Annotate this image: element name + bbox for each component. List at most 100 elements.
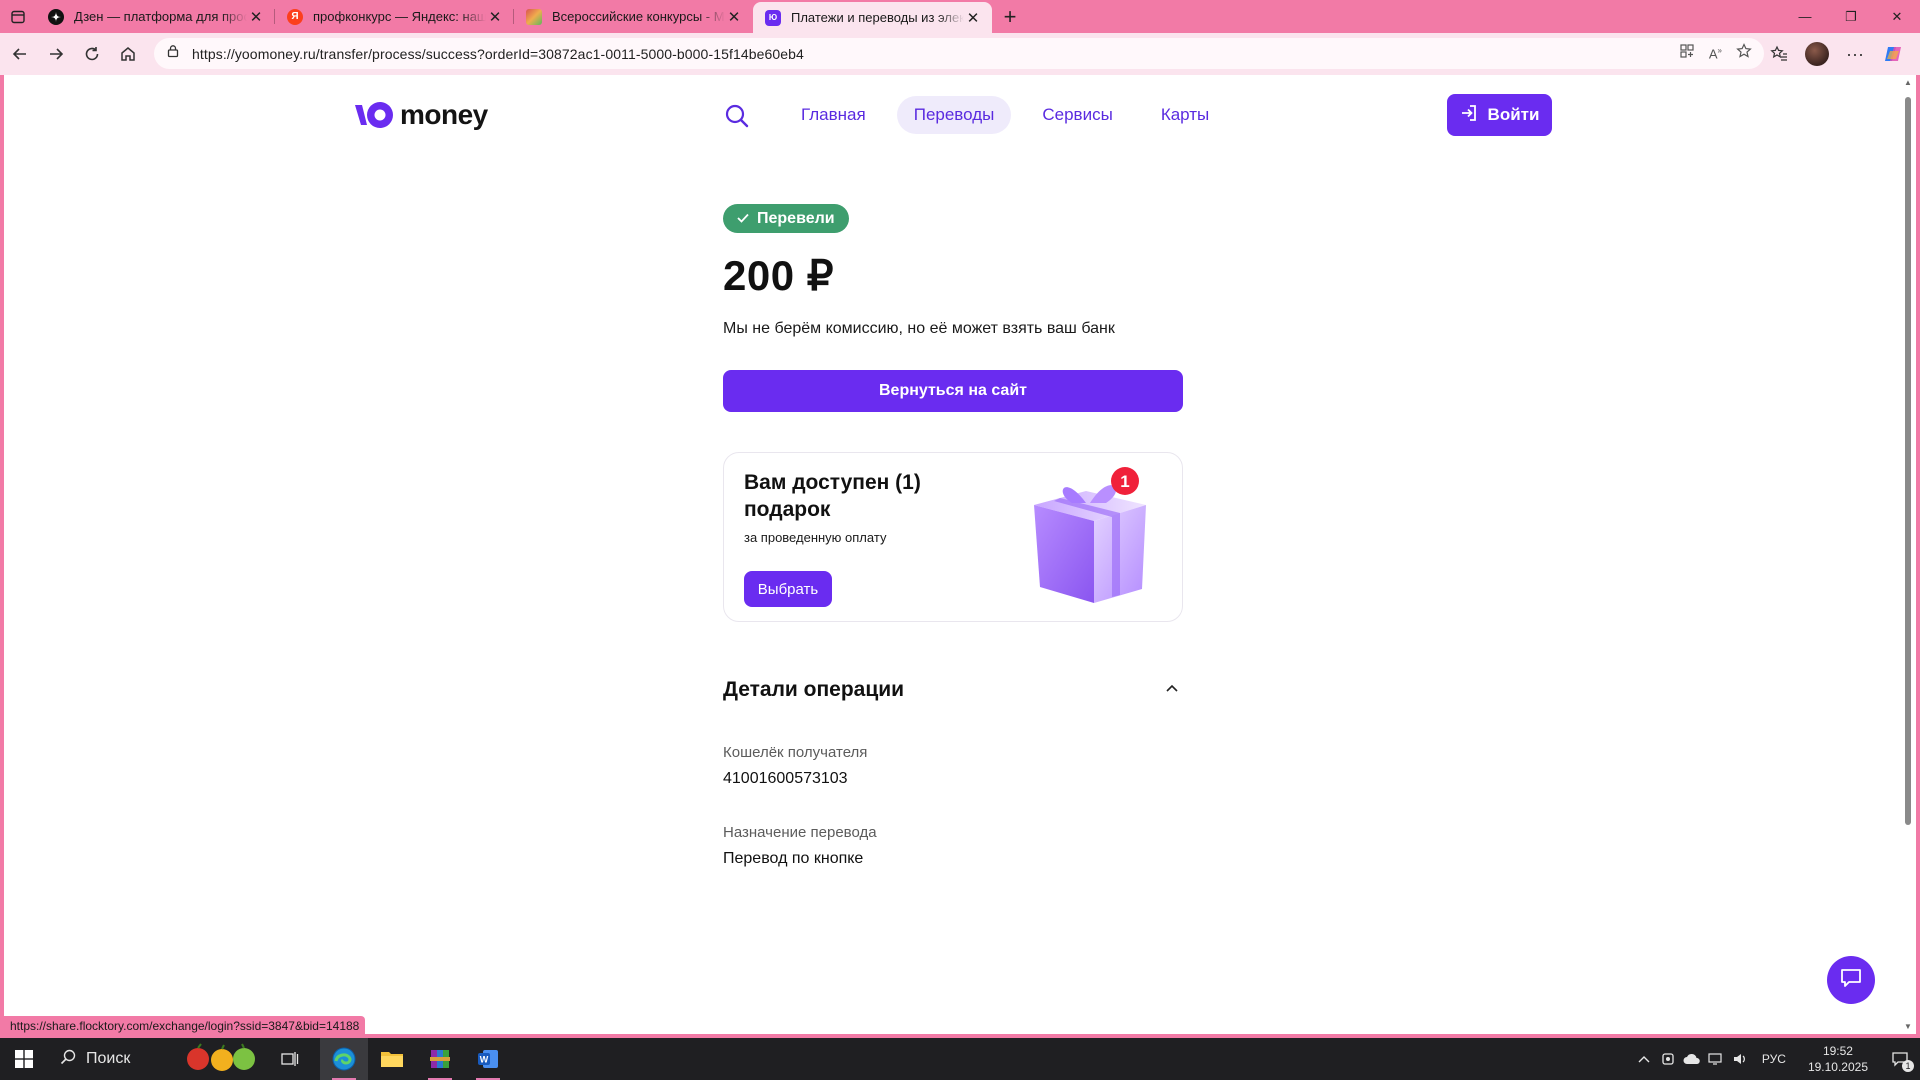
file-explorer-icon[interactable] (368, 1038, 416, 1080)
browser-frame (0, 75, 4, 1037)
web-page: money Главная Переводы Сервисы Карты Вой… (4, 75, 1900, 1034)
details-title: Детали операции (723, 678, 905, 701)
status-badge: Перевели (723, 204, 849, 233)
chat-icon (1840, 968, 1862, 993)
system-tray: РУС 19:52 19.10.2025 1 (1632, 1038, 1920, 1080)
main-nav: Главная Переводы Сервисы Карты (784, 96, 1226, 134)
clock-date: 19.10.2025 (1807, 1060, 1868, 1074)
tray-app-icon[interactable] (1656, 1038, 1680, 1080)
site-info-icon[interactable] (166, 44, 180, 63)
task-view-icon[interactable] (266, 1038, 314, 1080)
winrar-icon[interactable] (416, 1038, 464, 1080)
status-badge-label: Перевели (757, 209, 835, 227)
dzen-icon (48, 8, 64, 25)
chevron-up-icon[interactable] (1165, 681, 1179, 699)
page-scrollbar[interactable]: ▲ ▼ (1900, 75, 1916, 1034)
browser-frame (1916, 75, 1920, 1037)
svg-text:W: W (480, 1055, 489, 1065)
transfer-purpose-label: Назначение перевода (723, 824, 877, 841)
browser-tab-yandex[interactable]: Я профконкурс — Яндекс: нашлось ✕ (275, 0, 514, 33)
browser-tab-yoomoney[interactable]: Ю Платежи и переводы из электро ✕ (753, 2, 992, 33)
minimize-icon[interactable]: — (1782, 0, 1828, 33)
windows-start-icon[interactable] (0, 1038, 48, 1080)
clock-time: 19:52 (1822, 1044, 1853, 1058)
recipient-wallet-label: Кошелёк получателя (723, 744, 868, 761)
read-aloud-icon[interactable]: A» (1709, 46, 1722, 61)
transfer-purpose-value: Перевод по кнопке (723, 850, 864, 867)
close-tab-icon[interactable]: ✕ (964, 9, 982, 27)
close-tab-icon[interactable]: ✕ (247, 8, 265, 26)
close-tab-icon[interactable]: ✕ (725, 8, 743, 26)
gift-box-icon: 1 (1024, 463, 1154, 613)
logo-text: money (400, 99, 488, 130)
tab-title: Дзен — платформа для просмотра (74, 9, 247, 24)
yoomoney-icon: Ю (765, 9, 781, 26)
nav-item-cards[interactable]: Карты (1144, 96, 1226, 134)
edge-taskbar-icon[interactable] (320, 1038, 368, 1080)
notification-center-icon[interactable]: 1 (1880, 1038, 1920, 1080)
contest-icon (526, 8, 542, 25)
clock[interactable]: 19:52 19.10.2025 (1796, 1043, 1880, 1075)
login-label: Войти (1487, 105, 1540, 124)
check-icon (737, 210, 749, 228)
search-icon[interactable] (724, 103, 750, 129)
close-tab-icon[interactable]: ✕ (486, 8, 504, 26)
chat-support-button[interactable] (1827, 956, 1875, 1004)
home-icon[interactable] (110, 38, 146, 70)
browser-tab-dzen[interactable]: Дзен — платформа для просмотра ✕ (36, 0, 275, 33)
browser-tab-bar: Дзен — платформа для просмотра ✕ Я профк… (0, 0, 1920, 33)
restore-icon[interactable]: ❐ (1828, 0, 1874, 33)
return-to-site-button[interactable]: Вернуться на сайт (723, 370, 1183, 412)
address-bar[interactable]: https://yoomoney.ru/transfer/process/suc… (154, 38, 1764, 69)
nav-item-main[interactable]: Главная (784, 96, 883, 134)
tab-title: Платежи и переводы из электро (791, 10, 964, 25)
word-icon[interactable]: W (464, 1038, 512, 1080)
yoomoney-logo[interactable]: money (354, 99, 488, 131)
choose-gift-button[interactable]: Выбрать (744, 571, 832, 607)
toolbar-right: ··· (1764, 33, 1920, 75)
keyboard-language[interactable]: РУС (1752, 1052, 1796, 1066)
onedrive-icon[interactable] (1680, 1038, 1704, 1080)
close-window-icon[interactable]: ✕ (1874, 0, 1920, 33)
scroll-down-icon[interactable]: ▼ (1903, 1022, 1913, 1031)
back-icon[interactable] (2, 38, 38, 70)
notification-count: 1 (1902, 1060, 1914, 1072)
window-controls: — ❐ ✕ (1782, 0, 1920, 33)
search-icon (60, 1049, 76, 1070)
fruits-search-decoration-icon (184, 1042, 258, 1077)
gift-count-badge: 1 (1120, 472, 1129, 491)
copilot-icon[interactable] (1878, 39, 1908, 69)
url-text: https://yoomoney.ru/transfer/process/suc… (192, 45, 804, 62)
windows-taskbar: Поиск W РУС 19:52 19.10.2025 1 (0, 1038, 1920, 1080)
gift-card: Вам доступен (1) подарок за проведенную … (723, 452, 1183, 622)
tab-title: профконкурс — Яндекс: нашлось (313, 9, 486, 24)
details-toggle[interactable]: Детали операции (723, 678, 1183, 702)
new-tab-button[interactable]: + (992, 0, 1028, 33)
nav-item-services[interactable]: Сервисы (1025, 96, 1129, 134)
forward-icon[interactable] (38, 38, 74, 70)
scrollbar-thumb[interactable] (1905, 97, 1911, 825)
browser-tab-contests[interactable]: Всероссийские конкурсы - Меж ✕ (514, 0, 753, 33)
reload-icon[interactable] (74, 38, 110, 70)
gift-subtitle: за проведенную оплату (744, 530, 887, 545)
link-status-bar: https://share.flocktory.com/exchange/log… (4, 1016, 366, 1035)
app-available-icon[interactable] (1679, 43, 1695, 64)
network-icon[interactable] (1704, 1038, 1728, 1080)
tab-actions-icon[interactable] (0, 0, 36, 33)
yoomoney-logo-icon (354, 101, 396, 129)
profile-avatar[interactable] (1802, 39, 1832, 69)
recipient-wallet-value: 41001600573103 (723, 770, 848, 787)
transfer-result: Перевели 200 ₽ Мы не берём комиссию, но … (723, 204, 1183, 868)
more-menu-icon[interactable]: ··· (1840, 39, 1870, 69)
commission-note: Мы не берём комиссию, но её может взять … (723, 320, 1115, 337)
scroll-up-icon[interactable]: ▲ (1903, 78, 1913, 87)
show-hidden-icons-icon[interactable] (1632, 1038, 1656, 1080)
volume-icon[interactable] (1728, 1038, 1752, 1080)
favorite-star-icon[interactable] (1736, 43, 1752, 64)
favorites-icon[interactable] (1764, 39, 1794, 69)
taskbar-search[interactable]: Поиск (48, 1038, 258, 1080)
login-button[interactable]: Войти (1447, 94, 1552, 136)
nav-item-transfers[interactable]: Переводы (896, 96, 1012, 134)
taskbar-search-label: Поиск (86, 1050, 131, 1067)
login-icon (1460, 104, 1478, 127)
